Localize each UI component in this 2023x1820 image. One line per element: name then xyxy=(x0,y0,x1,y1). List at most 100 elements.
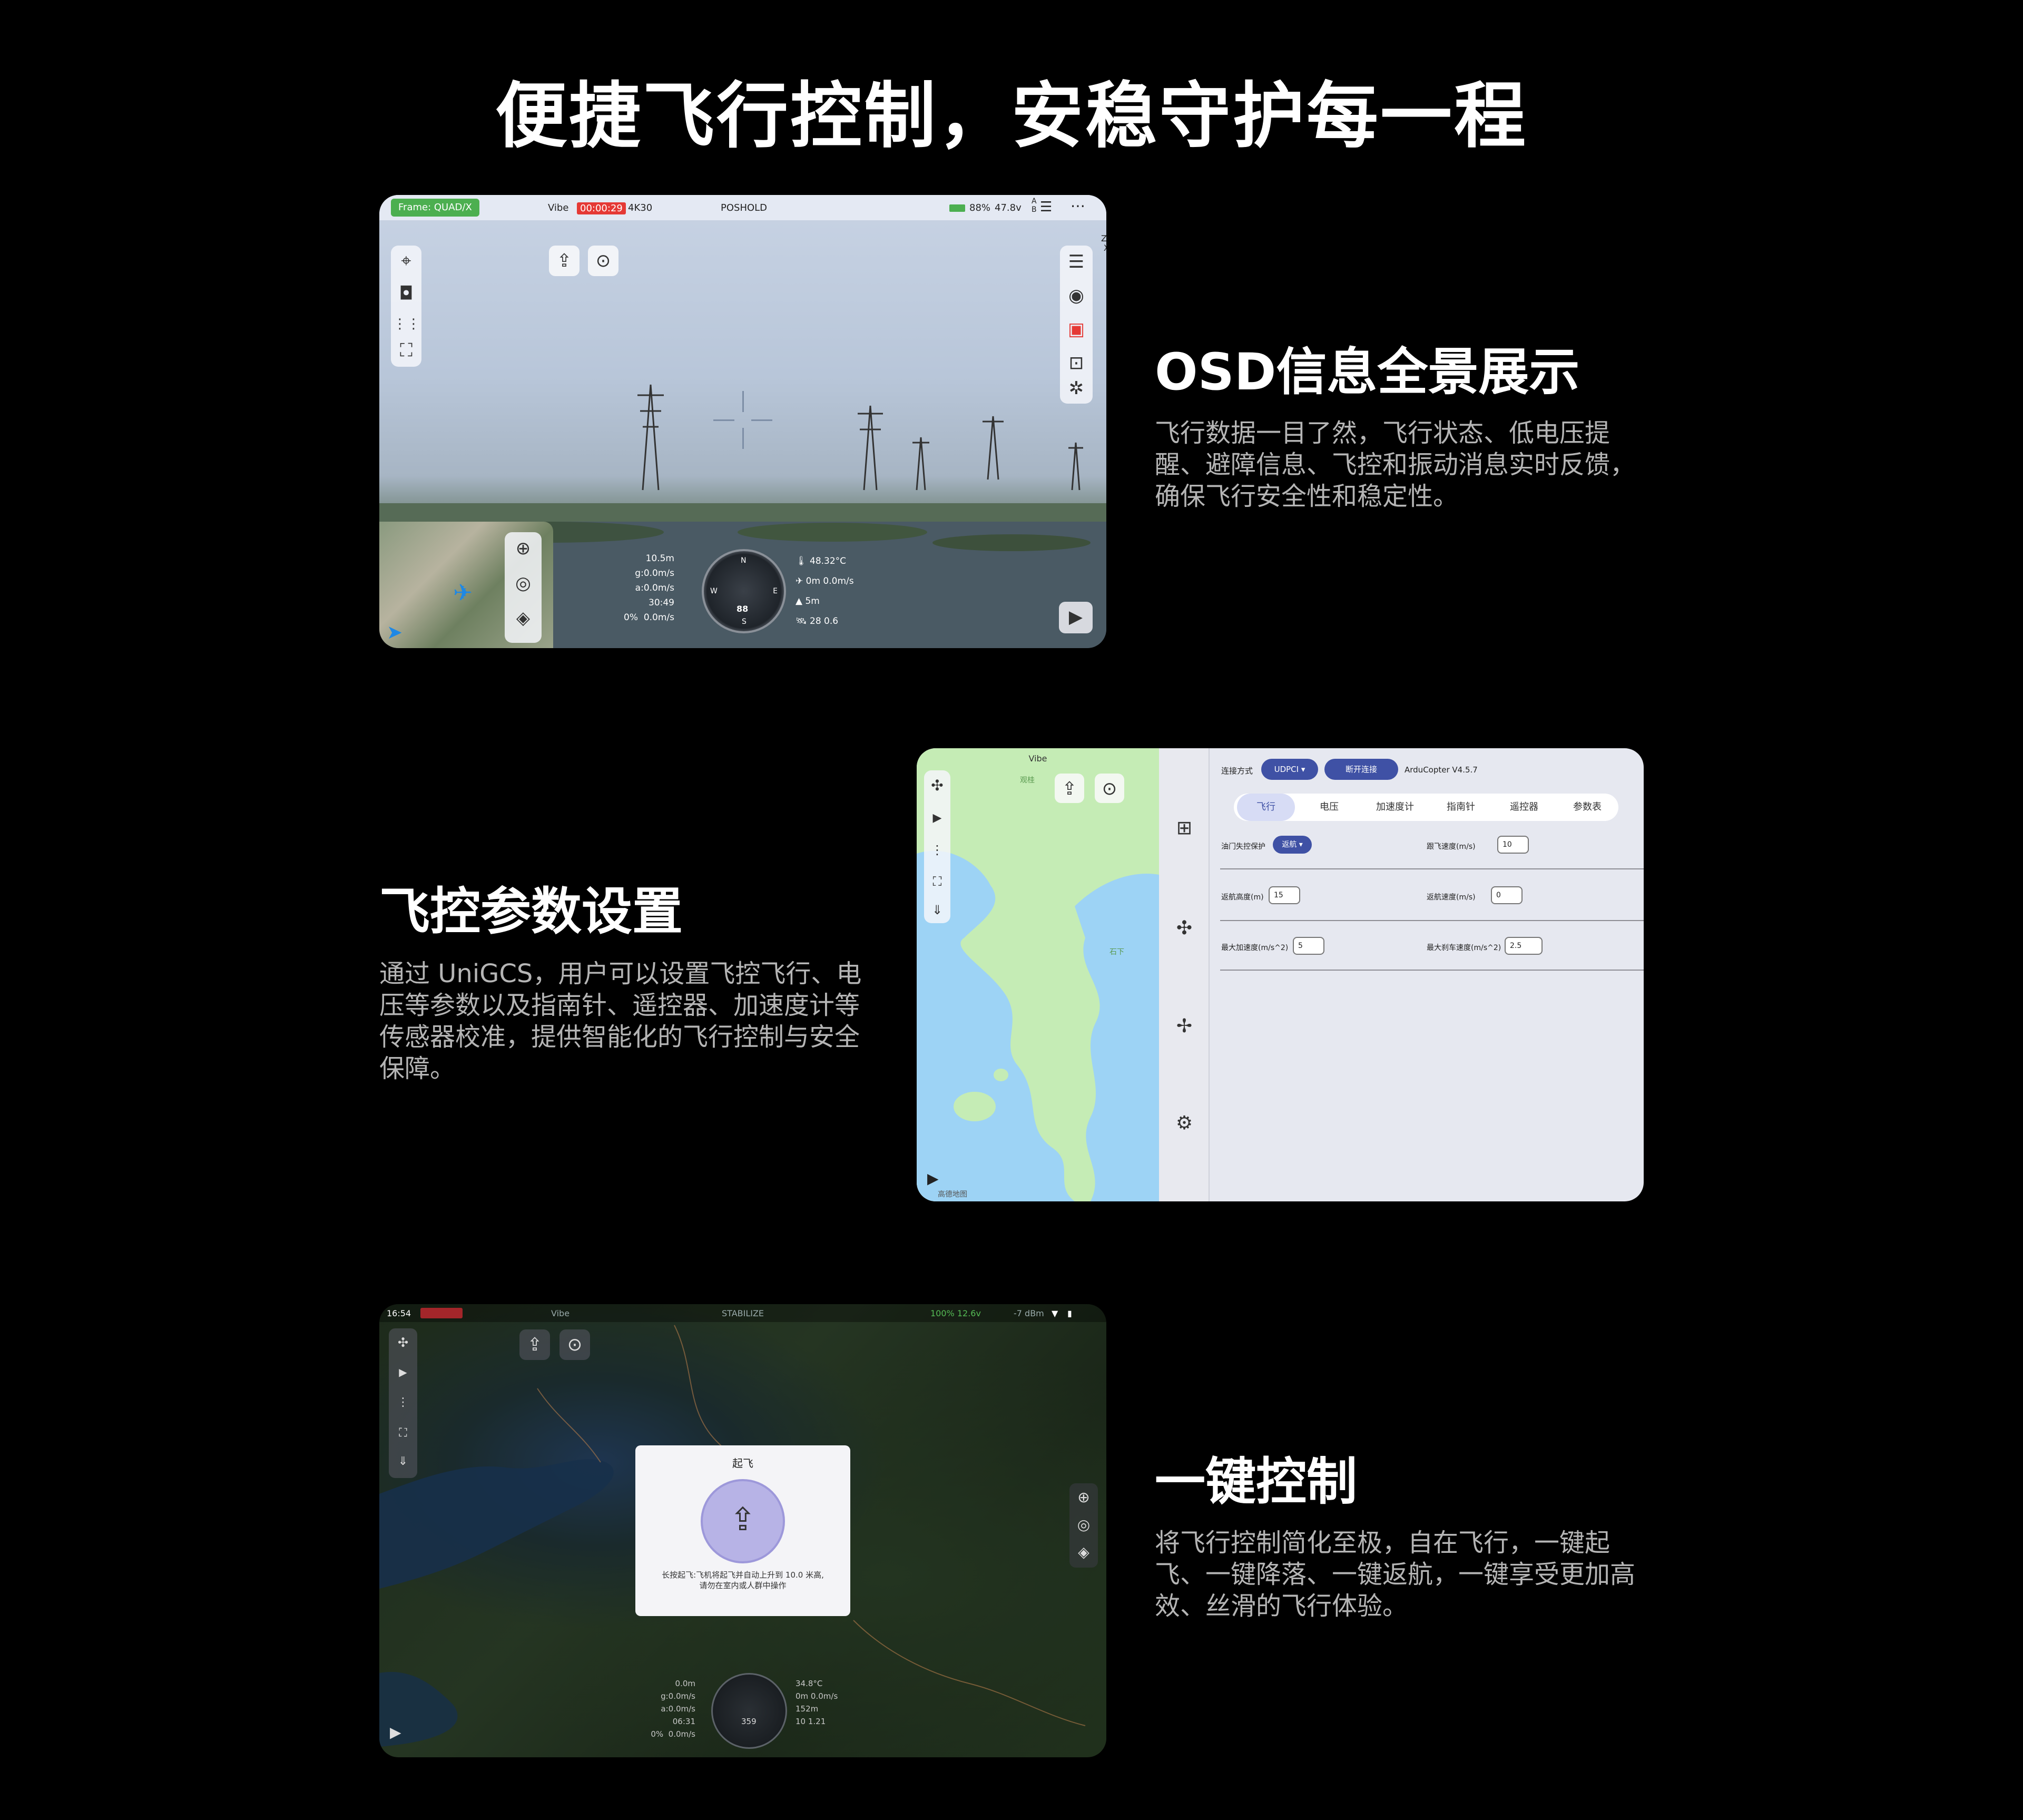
rtl-speed-input[interactable]: 0 xyxy=(1491,886,1523,904)
download-icon[interactable]: ⇓ xyxy=(924,897,950,923)
frame-settings-icon[interactable]: ⊞ xyxy=(1173,817,1196,840)
frame-badge: Frame: QUAD/X xyxy=(391,199,479,217)
dialog-message-line: 请勿在室内或人群中操作 xyxy=(699,1581,787,1590)
max-brake-input[interactable]: 2.5 xyxy=(1505,937,1543,955)
tab-flight[interactable]: 飞行 xyxy=(1237,794,1295,821)
mission-icon[interactable]: ⛶ xyxy=(390,1420,416,1446)
waypoint-icon[interactable]: ⋮⋮ xyxy=(393,311,420,337)
video-camera-icon[interactable]: ▶ xyxy=(1059,602,1093,633)
takeoff-icon[interactable]: ⇪ xyxy=(1055,774,1084,803)
layers-icon[interactable]: ◈ xyxy=(1071,1539,1097,1565)
layers-icon[interactable]: ◈ xyxy=(510,605,536,631)
flight-mode[interactable]: POSHOLD xyxy=(721,202,767,213)
osd-screenshot: Frame: QUAD/X Vibe 00:00:29 4K30 POSHOLD… xyxy=(379,195,1106,648)
zoom-in-icon[interactable]: ⊕ xyxy=(1071,1484,1097,1511)
motor-settings-icon[interactable]: ✢ xyxy=(1173,1015,1196,1038)
takeoff-icon[interactable]: ⇪ xyxy=(549,246,580,276)
max-accel-input[interactable]: 5 xyxy=(1293,937,1324,955)
failsafe-value: 返航 xyxy=(1282,840,1297,849)
takeoff-icon: ⇪ xyxy=(729,1501,757,1538)
vertical-speed-row: 0% 0.0m/s xyxy=(606,610,674,625)
route-icon[interactable]: ⋮ xyxy=(390,1390,416,1416)
signal-strength: -7 dBm xyxy=(1014,1308,1044,1318)
distance-speed-value: 0m 0.0m/s xyxy=(806,576,854,586)
zoom-title: Zoom xyxy=(1101,233,1106,243)
focus-icon[interactable]: ⊡ xyxy=(1063,350,1089,376)
rtl-altitude-input[interactable]: 15 xyxy=(1269,886,1300,904)
flight-time-value: 30:49 xyxy=(649,598,674,608)
play-icon[interactable]: ▶ xyxy=(924,805,950,831)
mission-icon[interactable]: ⛶ xyxy=(924,868,950,895)
video-camera-icon[interactable]: ▶ xyxy=(927,1170,939,1187)
tab-voltage[interactable]: 电压 xyxy=(1300,794,1358,821)
tab-compass[interactable]: 指南针 xyxy=(1432,794,1490,821)
camera-icon[interactable]: ◘ xyxy=(393,280,419,307)
map-controls: ⊕ ◎ ◈ xyxy=(505,532,542,643)
dialog-title: 起飞 xyxy=(732,1457,753,1470)
field-label: 跟飞速度(m/s) xyxy=(1427,843,1476,851)
video-camera-icon[interactable]: ▶ xyxy=(390,1724,401,1741)
tab-accelerometer[interactable]: 加速度计 xyxy=(1363,794,1427,821)
field-label: 最大加速度(m/s^2) xyxy=(1221,944,1289,952)
shutter-icon[interactable]: ◉ xyxy=(1063,282,1089,309)
onekey-screenshot: 16:54 Vibe STABILIZE 100% 12.6v -7 dBm ▼… xyxy=(379,1304,1106,1757)
list-icon[interactable]: ☰ xyxy=(1040,199,1052,215)
desc-line: 将飞行控制简化至极，自在飞行，一键起 xyxy=(1155,1528,1610,1558)
zoom-in-icon[interactable]: ⊕ xyxy=(510,535,536,562)
record-icon[interactable]: ▣ xyxy=(1063,316,1089,343)
disconnect-button[interactable]: 断开连接 xyxy=(1324,759,1398,780)
drone-icon[interactable]: ✣ xyxy=(390,1329,416,1356)
advanced-settings-icon[interactable]: ⚙ xyxy=(1173,1112,1196,1135)
divider xyxy=(1220,920,1644,921)
map-label: 观桂 xyxy=(1020,776,1035,785)
land-icon[interactable]: ⊙ xyxy=(559,1329,590,1360)
gimbal-icon[interactable]: ✲ xyxy=(1063,375,1089,402)
takeoff-icon[interactable]: ⇪ xyxy=(519,1329,550,1360)
takeoff-hold-button[interactable]: ⇪ xyxy=(701,1479,785,1563)
compass-east: E xyxy=(773,587,778,595)
heading-value: 88 xyxy=(736,604,749,614)
tab-remote[interactable]: 遥控器 xyxy=(1495,794,1553,821)
desc-line: 压等参数以及指南针、遥控器、加速度计等 xyxy=(379,991,860,1020)
ab-label: A B xyxy=(1032,197,1037,214)
map-controls: ⊕ ◎ ◈ xyxy=(1069,1483,1098,1568)
battery-icon xyxy=(949,202,965,213)
follow-speed-input[interactable]: 10 xyxy=(1497,836,1529,854)
air-speed-value: a:0.0m/s xyxy=(661,1704,695,1714)
land-icon[interactable]: ⊙ xyxy=(1095,774,1124,803)
connection-select[interactable]: UDPCI ▾ xyxy=(1261,759,1318,780)
feature-desc-params: 通过 UniGCS，用户可以设置飞控飞行、电 压等参数以及指南针、遥控器、加速度… xyxy=(379,958,861,1084)
play-icon[interactable]: ▶ xyxy=(390,1359,416,1385)
settings-category-column: ⊞ ✣ ✢ ⚙ xyxy=(1159,748,1210,1201)
map-label: 石下 xyxy=(1109,948,1124,956)
zoom-indicator: Zoom X2.0 xyxy=(1101,234,1106,253)
satellite-value: 10 1.21 xyxy=(796,1717,826,1726)
quad-settings-icon[interactable]: ✣ xyxy=(1173,917,1196,940)
vertical-speed-value: 0.0m/s xyxy=(668,1729,695,1739)
failsafe-select[interactable]: 返航 ▾ xyxy=(1273,836,1312,854)
locate-arrow-icon[interactable]: ➤ xyxy=(387,622,402,643)
connection-value: UDPCI xyxy=(1274,765,1299,774)
menu-icon[interactable]: ☰ xyxy=(1063,249,1089,275)
center-icon[interactable]: ◎ xyxy=(1071,1512,1097,1538)
more-icon[interactable]: ⋯ xyxy=(1071,197,1085,214)
map-view[interactable]: Vibe 观桂 石下 ✣ ▶ ⋮ ⛶ ⇓ ⇪ ⊙ ▶ 高德地图 xyxy=(917,748,1159,1201)
download-icon[interactable]: ⇓ xyxy=(390,1449,416,1475)
scan-icon[interactable]: ⛶ xyxy=(393,337,419,364)
altitude-value: 10.5m xyxy=(645,553,674,564)
height-value: 152m xyxy=(796,1704,819,1714)
air-speed-value: a:0.0m/s xyxy=(635,583,674,593)
target-icon[interactable]: ⌖ xyxy=(393,248,419,274)
record-timer: 00:00:29 xyxy=(577,202,626,214)
app-name: Vibe xyxy=(1028,754,1047,764)
route-icon[interactable]: ⋮ xyxy=(924,837,950,863)
flight-mode[interactable]: STABILIZE xyxy=(722,1308,764,1318)
compass-west: W xyxy=(710,587,718,595)
drone-icon[interactable]: ✣ xyxy=(924,772,950,799)
field-label: 返航高度(m) xyxy=(1221,893,1264,902)
land-icon[interactable]: ⊙ xyxy=(588,246,618,276)
tab-param-table[interactable]: 参数表 xyxy=(1558,794,1616,821)
center-icon[interactable]: ◎ xyxy=(510,570,536,596)
heading-value: 359 xyxy=(741,1717,757,1726)
distance-speed-value: 0m 0.0m/s xyxy=(796,1691,838,1701)
